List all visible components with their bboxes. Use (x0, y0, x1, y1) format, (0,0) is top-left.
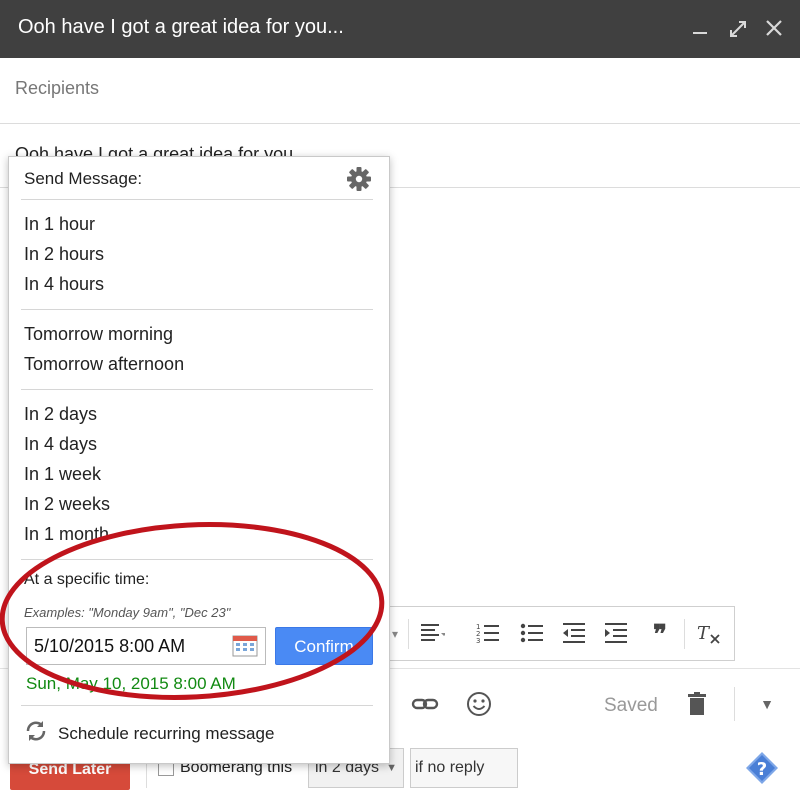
specific-time-value: 5/10/2015 8:00 AM (34, 636, 186, 656)
align-icon[interactable] (418, 621, 447, 647)
recipients-field[interactable]: Recipients (0, 58, 800, 124)
refresh-icon (24, 719, 48, 748)
link-icon[interactable] (410, 689, 440, 719)
more-options-chevron-icon[interactable]: ▼ (752, 689, 782, 719)
indent-less-icon[interactable] (560, 621, 588, 647)
numbered-list-icon[interactable]: 123 (474, 621, 502, 647)
calendar-icon[interactable] (232, 633, 258, 657)
menu-divider (21, 389, 373, 390)
svg-text:?: ? (757, 759, 767, 780)
saved-status: Saved (604, 695, 658, 716)
minimize-icon[interactable] (688, 14, 712, 42)
svg-text:T: T (697, 623, 711, 644)
compose-titlebar: Ooh have I got a great idea for you... (0, 0, 800, 58)
menu-item-tomorrow-morning[interactable]: Tomorrow morning (24, 324, 173, 345)
window-title: Ooh have I got a great idea for you... (18, 16, 344, 38)
recurring-label: Schedule recurring message (58, 723, 275, 743)
menu-item-in-1-week[interactable]: In 1 week (24, 464, 101, 485)
recipients-placeholder: Recipients (15, 78, 100, 98)
bulleted-list-icon[interactable] (518, 621, 546, 647)
indent-more-icon[interactable] (602, 621, 630, 647)
menu-item-tomorrow-afternoon[interactable]: Tomorrow afternoon (24, 354, 184, 375)
confirm-button[interactable]: Confirm (275, 627, 373, 665)
menu-item-in-1-month[interactable]: In 1 month (24, 524, 109, 545)
trash-icon[interactable] (682, 689, 712, 719)
schedule-recurring-option[interactable]: Schedule recurring message (24, 719, 274, 748)
menu-divider (21, 199, 373, 200)
menu-divider (21, 559, 373, 560)
menu-item-in-1-hour[interactable]: In 1 hour (24, 214, 95, 235)
close-icon[interactable] (762, 14, 786, 42)
examples-hint: Examples: "Monday 9am", "Dec 23" (24, 605, 231, 620)
menu-item-in-4-hours[interactable]: In 4 hours (24, 274, 104, 295)
action-bar-divider (734, 687, 735, 721)
menu-item-in-2-hours[interactable]: In 2 hours (24, 244, 104, 265)
remove-formatting-icon[interactable]: T (694, 621, 722, 647)
expand-icon[interactable] (726, 14, 750, 42)
send-message-menu: Send Message: In 1 hour In 2 hours In 4 … (8, 156, 390, 764)
menu-divider (21, 309, 373, 310)
specific-time-label: At a specific time: (24, 571, 150, 588)
menu-divider (21, 705, 373, 706)
menu-header: Send Message: (24, 169, 143, 188)
svg-text:3: 3 (476, 637, 480, 645)
gear-icon[interactable] (345, 165, 373, 193)
condition-select-value: if no reply (415, 759, 485, 776)
toolbar-divider (408, 619, 409, 649)
menu-item-in-2-weeks[interactable]: In 2 weeks (24, 494, 110, 515)
emoji-icon[interactable] (464, 689, 494, 719)
quote-icon[interactable]: ❞ (646, 621, 674, 647)
help-icon[interactable]: ? (744, 750, 780, 786)
menu-item-in-4-days[interactable]: In 4 days (24, 434, 97, 455)
condition-select[interactable]: if no reply (410, 748, 518, 788)
specific-time-input[interactable]: 5/10/2015 8:00 AM (26, 627, 266, 665)
formatting-toolbar: ▾ 123 ❞ T (385, 606, 735, 661)
menu-item-in-2-days[interactable]: In 2 days (24, 404, 97, 425)
parsed-date-preview: Sun, May 10, 2015 8:00 AM (26, 674, 236, 693)
toolbar-divider (684, 619, 685, 649)
